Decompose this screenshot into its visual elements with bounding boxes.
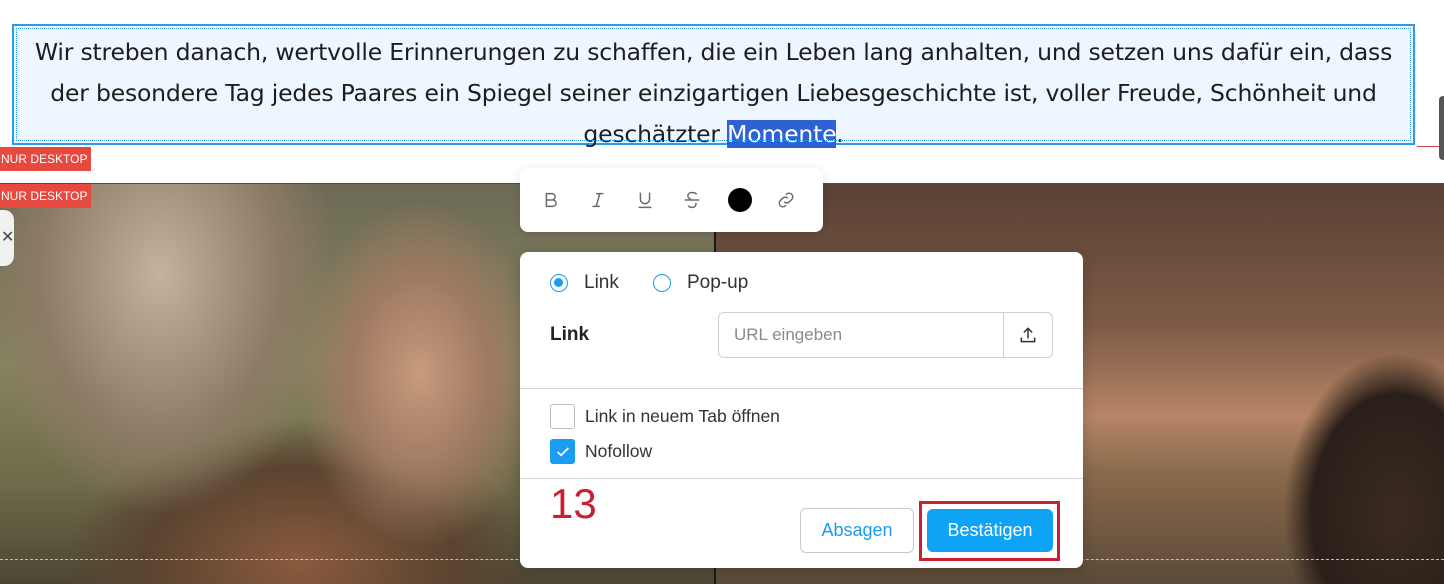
upload-button[interactable] [1003,312,1053,358]
underline-button[interactable] [634,184,681,216]
italic-button[interactable] [587,184,634,216]
paragraph-text[interactable]: Wir streben danach, wertvolle Erinnerung… [14,26,1413,155]
dialog-divider [520,478,1083,479]
checkmark-icon [556,446,569,457]
radio-popup-option[interactable]: Pop-up [653,272,748,294]
desktop-only-badge: NUR DESKTOP [0,147,92,171]
link-icon [778,192,794,208]
dialog-divider [520,388,1083,389]
bold-button[interactable] [540,184,587,216]
strikethrough-button[interactable] [681,184,728,216]
upload-icon [1020,327,1036,343]
radio-popup-label: Pop-up [687,272,749,293]
underline-icon [638,192,652,209]
nofollow-option[interactable]: Nofollow [550,439,652,464]
scrollbar-handle[interactable] [1439,96,1444,160]
new-tab-checkbox[interactable] [550,404,575,429]
nofollow-checkbox[interactable] [550,439,575,464]
selected-text-block[interactable]: Wir streben danach, wertvolle Erinnerung… [12,24,1415,148]
radio-link-label: Link [584,272,619,293]
radio-link[interactable] [550,274,568,292]
url-input[interactable] [718,312,1004,358]
paragraph-end: . [836,120,844,148]
cancel-button[interactable]: Absagen [800,508,914,553]
radio-popup[interactable] [653,274,671,292]
text-color-swatch [728,188,752,212]
link-field-label: Link [550,324,590,345]
desktop-only-badge: NUR DESKTOP [0,184,92,208]
link-button[interactable] [775,184,822,216]
paragraph-text-plain: Wir streben danach, wertvolle Erinnerung… [34,38,1393,148]
nofollow-label: Nofollow [585,441,653,461]
step-annotation: 13 [550,480,597,527]
strikethrough-icon [684,191,700,209]
close-icon: ✕ [1,229,15,246]
new-tab-option[interactable]: Link in neuem Tab öffnen [550,404,780,429]
bold-icon [545,192,557,208]
confirm-button[interactable]: Bestätigen [927,509,1053,552]
side-panel-toggle[interactable]: ✕ [0,210,14,266]
text-format-toolbar [520,168,823,232]
radio-link-option[interactable]: Link [550,272,619,294]
italic-icon [592,192,604,208]
new-tab-label: Link in neuem Tab öffnen [585,406,780,426]
selected-word[interactable]: Momente [727,120,837,148]
text-color-button[interactable] [728,184,775,216]
